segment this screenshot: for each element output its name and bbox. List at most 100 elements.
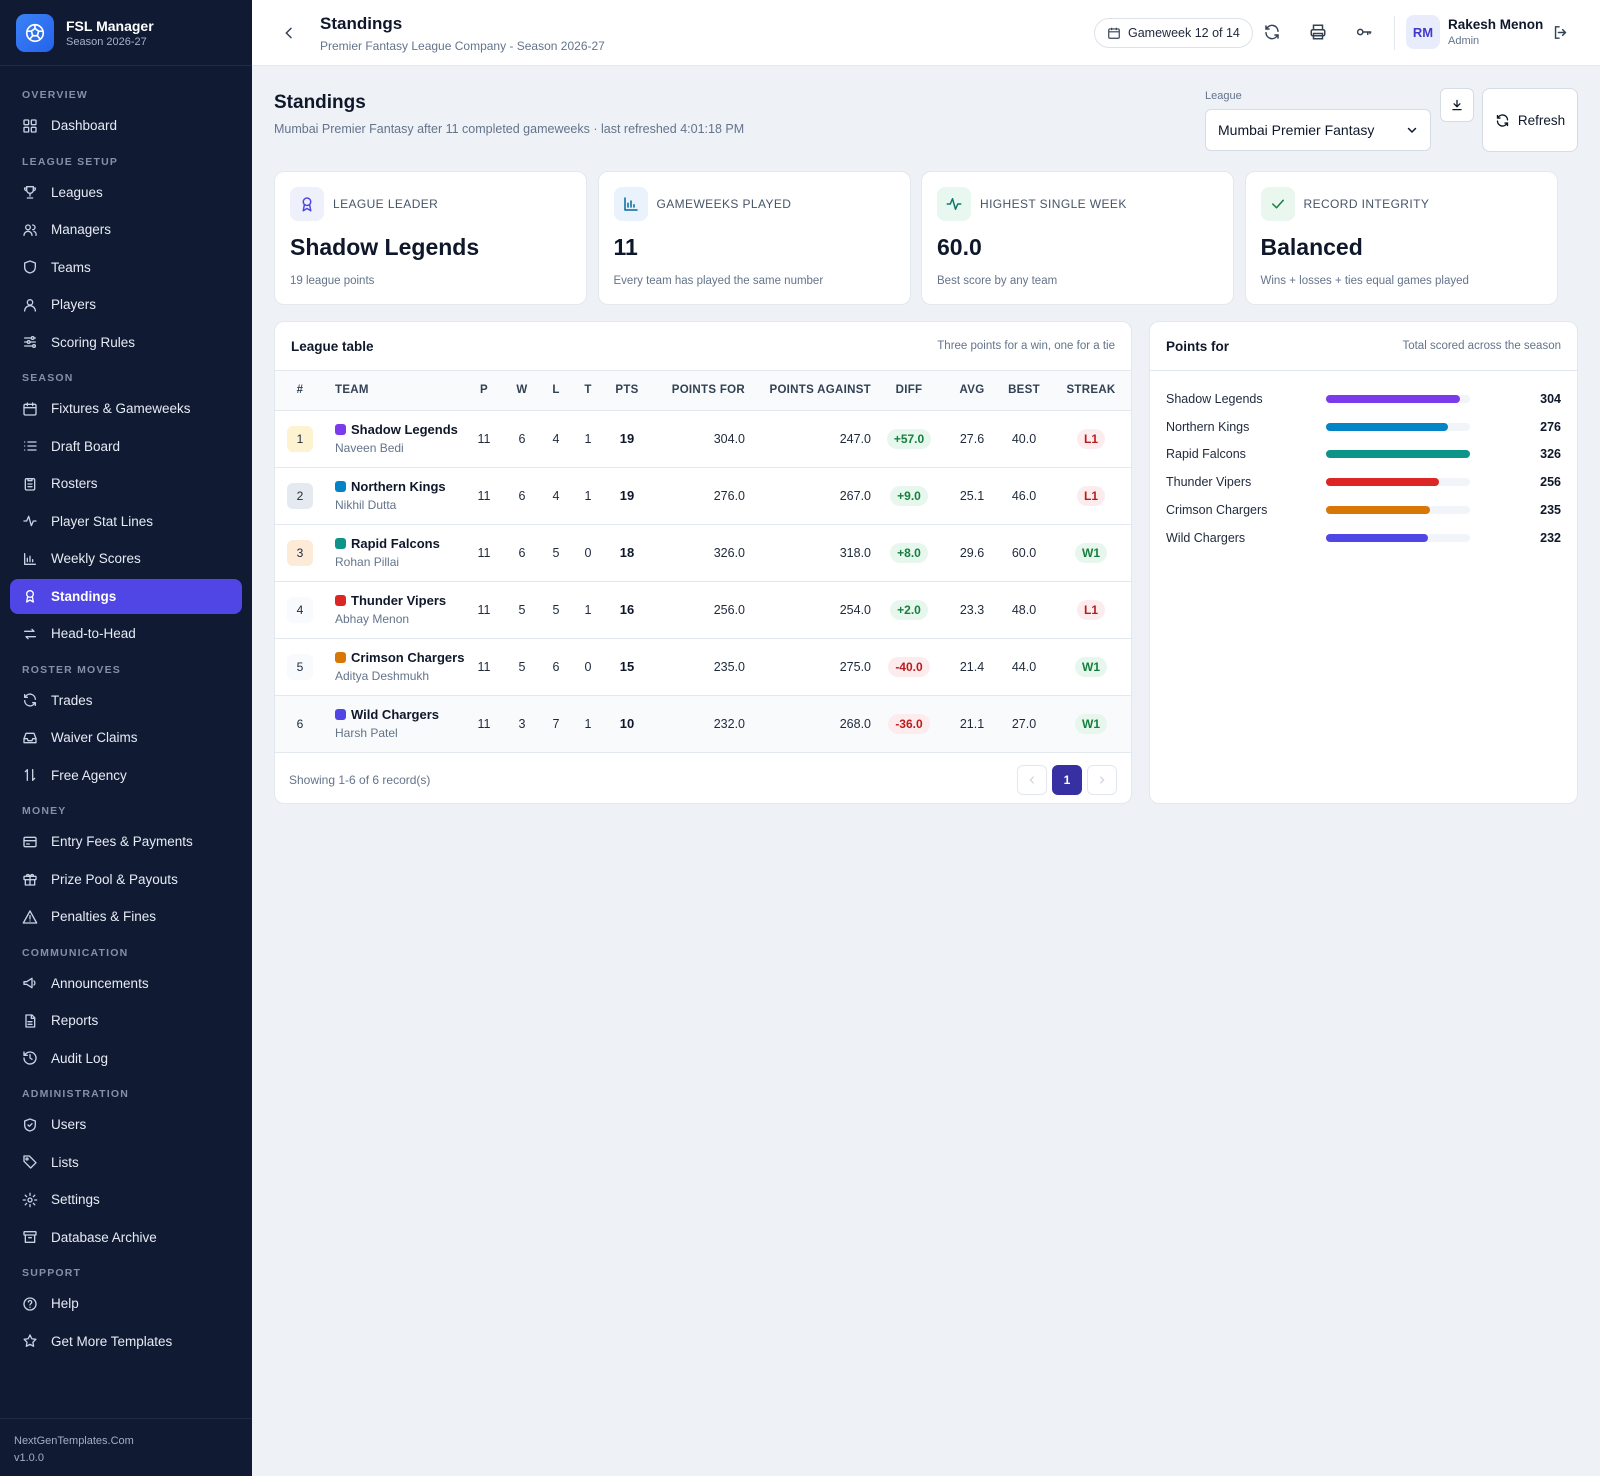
sidebar-item-users[interactable]: Users xyxy=(10,1107,242,1142)
team-color-swatch xyxy=(335,652,346,663)
brand[interactable]: FSL Manager Season 2026-27 xyxy=(0,0,252,66)
ties-cell: 1 xyxy=(571,410,605,468)
team-manager: Aditya Deshmukh xyxy=(335,669,430,683)
losses-cell: 4 xyxy=(541,410,571,468)
sidebar-item-announcements[interactable]: Announcements xyxy=(10,966,242,1001)
team-name[interactable]: Thunder Vipers xyxy=(351,593,446,608)
next-page-button[interactable] xyxy=(1087,764,1117,795)
sidebar-item-draft-board[interactable]: Draft Board xyxy=(10,429,242,464)
table-row[interactable]: 4 Thunder Vipers Abhay Menon 11 5 5 1 16 256.0 25… xyxy=(275,581,1131,639)
page-button-current[interactable]: 1 xyxy=(1052,764,1082,795)
bar-row: Wild Chargers 232 xyxy=(1166,524,1561,552)
sidebar-item-weekly-scores[interactable]: Weekly Scores xyxy=(10,541,242,576)
table-row[interactable]: 1 Shadow Legends Naveen Bedi 11 6 4 1 19 304.0 24… xyxy=(275,410,1131,468)
best-cell: 48.0 xyxy=(997,581,1051,639)
team-name[interactable]: Northern Kings xyxy=(351,479,446,494)
sidebar-item-leagues[interactable]: Leagues xyxy=(10,175,242,210)
bar-label: Rapid Falcons xyxy=(1166,447,1246,462)
sidebar-item-standings[interactable]: Standings xyxy=(10,578,242,614)
team-name[interactable]: Crimson Chargers xyxy=(351,650,464,665)
kpi-label: LEAGUE LEADER xyxy=(333,197,439,211)
key-button[interactable] xyxy=(1354,22,1374,42)
alert-triangle-icon xyxy=(22,909,38,924)
avatar[interactable]: RM xyxy=(1406,15,1440,49)
sidebar-item-trades[interactable]: Trades xyxy=(10,683,242,718)
table-row[interactable]: 3 Rapid Falcons Rohan Pillai 11 6 5 0 18 326.0 31… xyxy=(275,524,1131,582)
sidebar-item-reports[interactable]: Reports xyxy=(10,1003,242,1038)
download-button[interactable] xyxy=(1440,88,1474,122)
sidebar-item-head-to-head[interactable]: Head-to-Head xyxy=(10,616,242,651)
ties-cell: 0 xyxy=(571,638,605,696)
column-header[interactable]: DIFF xyxy=(871,371,947,411)
table-row[interactable]: 2 Northern Kings Nikhil Dutta 11 6 4 1 19 276.0 2… xyxy=(275,467,1131,525)
sidebar-item-player-stat-lines[interactable]: Player Stat Lines xyxy=(10,504,242,539)
best-cell: 44.0 xyxy=(997,638,1051,696)
sidebar-item-dashboard[interactable]: Dashboard xyxy=(10,108,242,143)
column-header[interactable]: BEST xyxy=(997,371,1051,411)
wins-cell: 5 xyxy=(503,638,541,696)
sidebar-item-managers[interactable]: Managers xyxy=(10,212,242,247)
kpi-note: Best score by any team xyxy=(937,275,1058,287)
table-row[interactable]: 6 Wild Chargers Harsh Patel 11 3 7 1 10 232.0 268… xyxy=(275,695,1131,753)
prev-page-button[interactable] xyxy=(1017,764,1047,795)
sidebar-item-label: Audit Log xyxy=(51,1050,109,1066)
sidebar-item-free-agency[interactable]: Free Agency xyxy=(10,758,242,793)
sidebar-item-database-archive[interactable]: Database Archive xyxy=(10,1220,242,1255)
sidebar-item-prize-pool-payouts[interactable]: Prize Pool & Payouts xyxy=(10,862,242,897)
print-button[interactable] xyxy=(1308,22,1328,42)
calendar-icon xyxy=(23,401,37,416)
streak-badge: L1 xyxy=(1076,599,1105,620)
column-header[interactable]: W xyxy=(503,371,541,411)
sidebar-item-lists[interactable]: Lists xyxy=(10,1145,242,1180)
sidebar-item-teams[interactable]: Teams xyxy=(10,250,242,285)
nav-section-title: SUPPORT xyxy=(22,1267,82,1279)
refresh-button[interactable]: Refresh xyxy=(1482,88,1578,152)
table-row[interactable]: 5 Crimson Chargers Aditya Deshmukh 11 5 6 0 15 2… xyxy=(275,638,1131,696)
rank-badge: 2 xyxy=(287,482,313,509)
column-header[interactable]: L xyxy=(541,371,571,411)
column-header[interactable]: AVG xyxy=(947,371,997,411)
sync-button[interactable] xyxy=(1262,22,1282,42)
sidebar-item-help[interactable]: Help xyxy=(10,1286,242,1321)
column-header[interactable]: T xyxy=(571,371,605,411)
sidebar-item-rosters[interactable]: Rosters xyxy=(10,466,242,501)
showing-count: Showing 1-6 of 6 record(s) xyxy=(289,772,431,787)
sidebar-item-label: Reports xyxy=(51,1013,99,1028)
team-name[interactable]: Wild Chargers xyxy=(351,707,439,722)
column-header[interactable]: STREAK xyxy=(1051,371,1131,411)
printer-icon xyxy=(1310,24,1326,40)
sidebar-item-entry-fees-payments[interactable]: Entry Fees & Payments xyxy=(10,824,242,859)
played-cell: 11 xyxy=(465,524,503,582)
column-header[interactable]: POINTS AGAINST xyxy=(745,371,871,411)
column-header[interactable]: P xyxy=(465,371,503,411)
column-header[interactable]: TEAM xyxy=(325,371,465,411)
points-against-cell: 267.0 xyxy=(745,467,871,525)
sidebar-item-audit-log[interactable]: Audit Log xyxy=(10,1041,242,1076)
sidebar-item-settings[interactable]: Settings xyxy=(10,1182,242,1217)
sidebar-item-players[interactable]: Players xyxy=(10,287,242,322)
losses-cell: 5 xyxy=(541,581,571,639)
team-name[interactable]: Shadow Legends xyxy=(351,422,458,437)
sidebar-item-waiver-claims[interactable]: Waiver Claims xyxy=(10,720,242,755)
sidebar-item-fixtures-gameweeks[interactable]: Fixtures & Gameweeks xyxy=(10,391,242,426)
streak-badge: W1 xyxy=(1075,542,1107,563)
sidebar-item-label: Help xyxy=(51,1296,79,1311)
back-button[interactable] xyxy=(278,22,300,44)
sidebar-item-scoring-rules[interactable]: Scoring Rules xyxy=(10,325,242,360)
gameweek-pill[interactable]: Gameweek 12 of 14 xyxy=(1094,18,1253,48)
bar-value: 276 xyxy=(1540,419,1561,434)
team-name[interactable]: Rapid Falcons xyxy=(351,536,440,551)
column-header[interactable]: # xyxy=(275,371,325,411)
league-select-value: Mumbai Premier Fantasy xyxy=(1218,122,1375,138)
footer-site[interactable]: NextGenTemplates.Com xyxy=(14,1433,238,1450)
column-header[interactable]: POINTS FOR xyxy=(649,371,745,411)
sidebar-item-penalties-fines[interactable]: Penalties & Fines xyxy=(10,899,242,934)
logout-button[interactable] xyxy=(1550,22,1570,42)
bar-track xyxy=(1326,533,1470,542)
list-icon xyxy=(24,441,37,451)
column-header[interactable]: PTS xyxy=(605,371,649,411)
megaphone-icon xyxy=(23,977,36,989)
league-select[interactable]: Mumbai Premier Fantasy xyxy=(1205,109,1431,151)
sidebar-item-get-more-templates[interactable]: Get More Templates xyxy=(10,1324,242,1359)
kpi-note: Wins + losses + ties equal games played xyxy=(1260,275,1469,287)
